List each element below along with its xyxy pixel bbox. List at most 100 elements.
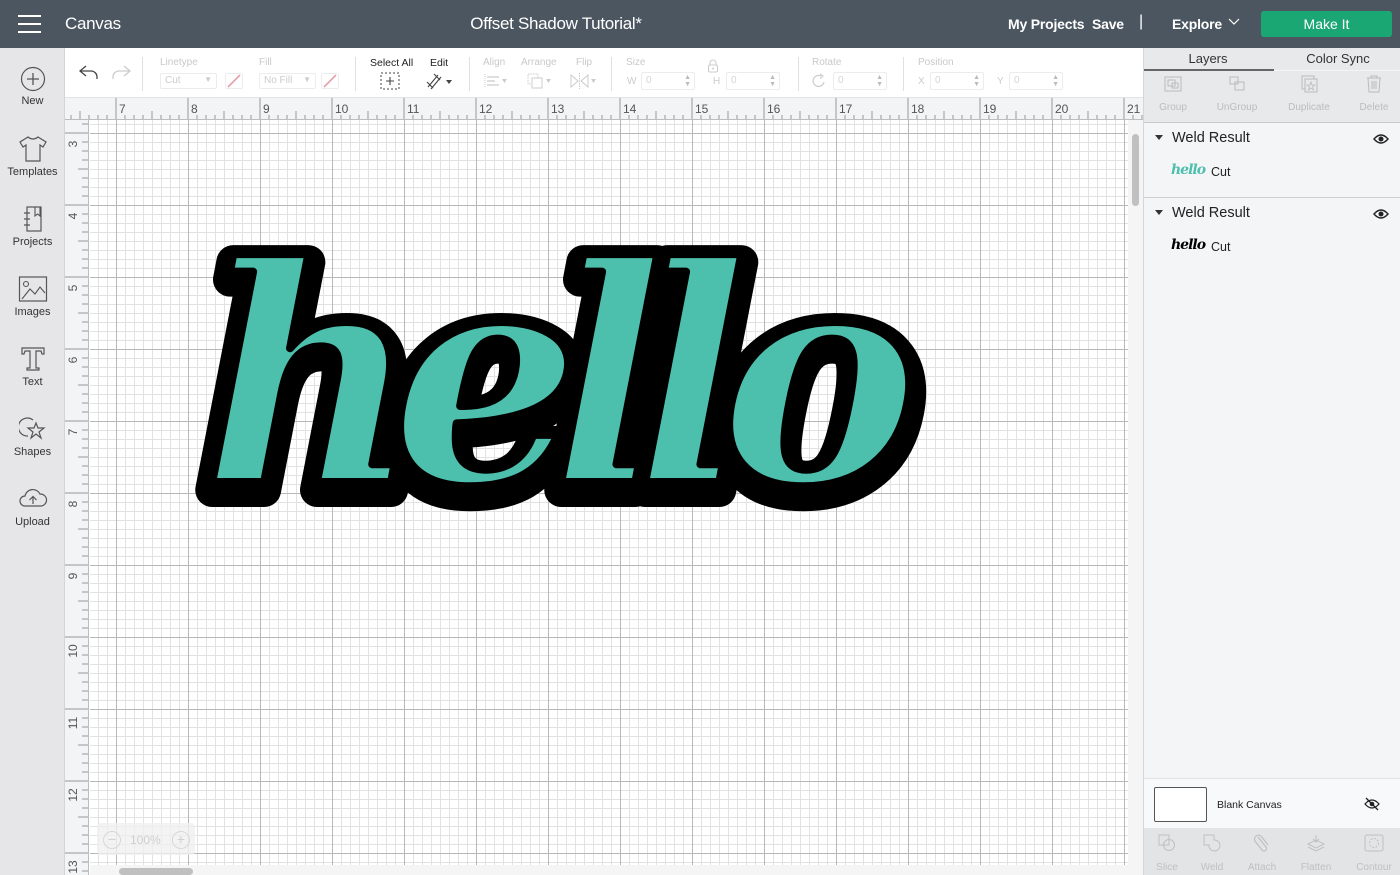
rotate-input[interactable]: 0 ▲ ▼ [833,72,887,90]
notebook-icon [23,206,42,232]
sidebar-item-new[interactable]: New [0,66,65,132]
horizontal-scroll-thumb[interactable] [119,868,193,875]
my-projects-link[interactable]: My Projects [1008,16,1085,32]
ungroup-label: UnGroup [1216,102,1258,113]
chevron-down-icon[interactable] [1227,15,1241,29]
sidebar-item-templates[interactable]: Templates [0,135,65,201]
delete-button[interactable]: Delete [1342,75,1400,113]
fill-value: No Fill [264,75,293,86]
make-it-button[interactable]: Make It [1261,11,1392,37]
stepper-icon[interactable]: ▲ ▼ [876,74,883,88]
weld-button[interactable]: Weld [1186,834,1238,873]
top-bar: Canvas Offset Shadow Tutorial* My Projec… [0,0,1400,48]
ruler-label: 19 [983,102,997,116]
stepper-icon[interactable]: ▲ ▼ [684,74,691,88]
rotate-icon [812,73,825,88]
fill-select[interactable]: No Fill ▼ [259,73,316,89]
ruler-label: 7 [66,428,80,435]
layer-group: Weld Result hello Cut [1144,123,1400,198]
align-label: Align [483,57,506,68]
ruler-label: 13 [66,860,80,874]
zoom-in-button[interactable]: + [172,831,190,849]
stepper-icon[interactable]: ▲ ▼ [1052,74,1059,88]
align-icon[interactable] [483,73,509,89]
layer-operation: Cut [1211,165,1231,179]
horizontal-scrollbar[interactable] [90,865,1128,875]
eye-icon[interactable] [1373,208,1389,220]
eye-icon[interactable] [1373,133,1389,145]
ruler-label: 9 [263,102,270,116]
teal-layer[interactable]: hello [198,196,945,557]
eye-hidden-icon[interactable] [1364,797,1380,811]
height-axis-label: H [713,76,721,87]
ruler-label: 3 [66,140,80,147]
contour-button[interactable]: Contour [1348,834,1400,873]
vertical-scroll-thumb[interactable] [1132,134,1139,206]
edit-tools-icon[interactable] [425,72,453,90]
panel-tabs: Layers Color Sync [1144,48,1400,71]
tab-color-sync[interactable]: Color Sync [1274,51,1400,66]
attach-button[interactable]: Attach [1236,834,1288,873]
caret-down-icon[interactable] [1155,135,1163,140]
linetype-select[interactable]: Cut ▼ [160,73,217,89]
text-t-icon [20,347,45,371]
flatten-button[interactable]: Flatten [1290,834,1342,873]
sidebar-item-text[interactable]: Text [0,345,65,411]
caret-down-icon[interactable] [1155,210,1163,215]
sidebar-item-projects[interactable]: Projects [0,205,65,271]
x-position-input[interactable]: 0 ▲ ▼ [930,72,984,90]
ungroup-button[interactable]: UnGroup [1205,75,1269,113]
width-input[interactable]: 0 ▲ ▼ [641,72,695,90]
flip-label: Flip [576,57,593,68]
attach-label: Attach [1247,862,1277,873]
stepper-icon[interactable]: ▲ ▼ [973,74,980,88]
sidebar-item-images[interactable]: Images [0,275,65,341]
undo-icon[interactable] [78,63,100,81]
redo-icon[interactable] [110,63,132,81]
group-icon [1164,76,1182,92]
select-all-icon[interactable] [380,72,400,90]
explore-link[interactable]: Explore [1172,16,1222,32]
linetype-color-swatch[interactable] [225,73,243,89]
sidebar-label-new: New [21,95,44,107]
ruler-label: 21 [1127,102,1141,116]
height-input[interactable]: 0 ▲ ▼ [726,72,780,90]
toolbar-divider [611,57,612,91]
sidebar-label-upload: Upload [15,516,50,528]
stepper-icon[interactable]: ▲ ▼ [769,74,776,88]
canvas-color-swatch[interactable] [1154,787,1207,822]
fill-color-swatch[interactable] [321,73,339,89]
layer-tools-bar: Slice Weld Attach Flatten Contour [1144,828,1400,875]
y-position-input[interactable]: 0 ▲ ▼ [1009,72,1063,90]
arrange-icon[interactable] [526,72,554,90]
design-canvas[interactable]: hello hello [90,120,1128,865]
tab-layers[interactable]: Layers [1144,51,1272,66]
ruler-label: 9 [66,572,80,579]
layer-actions: Group UnGroup Duplicate Delete [1144,71,1400,123]
toolbar-divider [355,57,356,91]
ruler-label: 12 [479,102,493,116]
linetype-value: Cut [165,75,181,86]
duplicate-button[interactable]: Duplicate [1277,75,1341,113]
slice-icon [1158,834,1175,851]
weld-label: Weld [1200,862,1224,873]
toolbar-divider [798,57,799,91]
zoom-out-button[interactable]: − [103,831,121,849]
layer-group-header[interactable]: Weld Result [1144,123,1400,153]
layer-item[interactable]: hello Cut [1144,228,1400,266]
sidebar-label-images: Images [14,306,51,318]
hello-design[interactable]: hello hello [90,120,1128,865]
sidebar-item-upload[interactable]: Upload [0,485,65,551]
lock-icon[interactable] [706,58,720,74]
sidebar-item-shapes[interactable]: Shapes [0,415,65,481]
fill-label: Fill [259,57,272,68]
layer-item[interactable]: hello Cut [1144,153,1400,191]
vertical-scrollbar[interactable] [1128,120,1143,875]
sidebar-label-text: Text [22,376,43,388]
contour-label: Contour [1356,862,1392,873]
save-link[interactable]: Save [1092,16,1124,32]
dropdown-arrow-icon: ▼ [204,75,212,84]
layer-group-header[interactable]: Weld Result [1144,198,1400,228]
flip-icon[interactable] [569,72,599,90]
group-button[interactable]: Group [1141,75,1205,113]
